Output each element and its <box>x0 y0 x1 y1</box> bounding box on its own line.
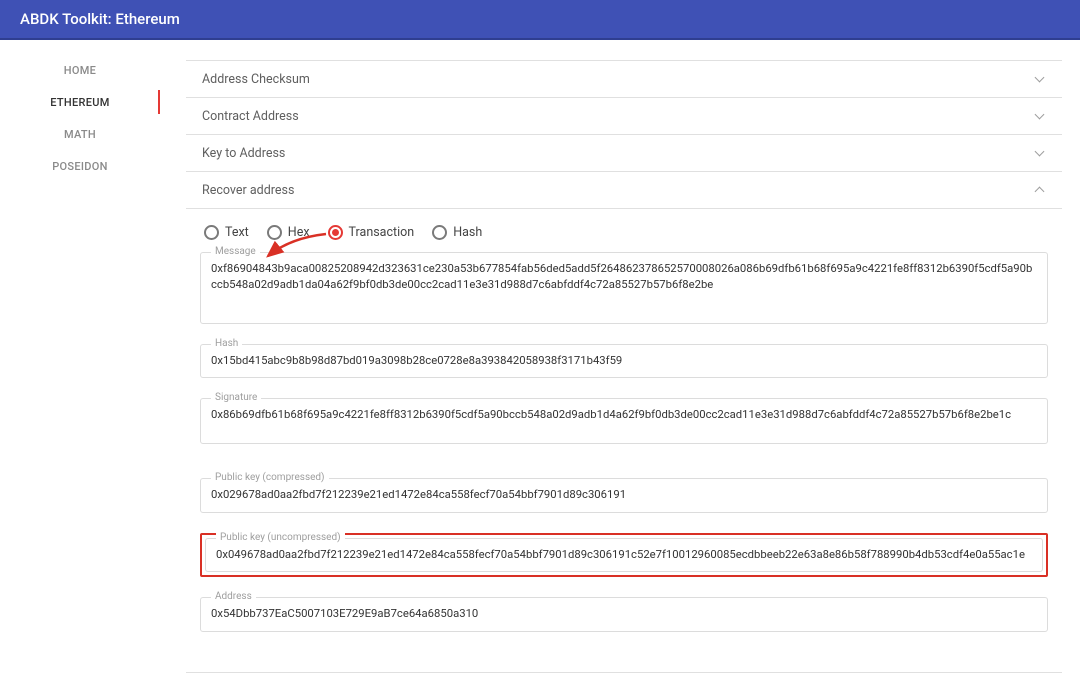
radio-circle-icon <box>267 225 282 240</box>
radio-hash[interactable]: Hash <box>432 225 482 240</box>
chevron-down-icon <box>1034 110 1046 122</box>
chevron-down-icon <box>1034 73 1046 85</box>
chevron-down-icon <box>1034 147 1046 159</box>
accordion-recover-address: Recover address Text Hex Transaction <box>186 171 1062 673</box>
radio-circle-icon <box>204 225 219 240</box>
accordion-header-address-checksum[interactable]: Address Checksum <box>186 61 1062 97</box>
annotation-highlight-box: Public key (uncompressed) 0x049678ad0aa2… <box>200 533 1048 577</box>
message-value: 0xf86904843b9aca00825208942d323631ce230a… <box>211 261 1037 315</box>
sidebar-item-ethereum[interactable]: ETHEREUM <box>0 86 160 118</box>
hash-label: Hash <box>211 338 242 349</box>
accordion-address-checksum: Address Checksum <box>186 60 1062 97</box>
hash-field[interactable]: Hash 0x15bd415abc9b8b98d87bd019a3098b28c… <box>200 344 1048 378</box>
accordion-header-recover-address[interactable]: Recover address <box>186 172 1062 208</box>
chevron-up-icon <box>1034 184 1046 196</box>
accordion-contract-address: Contract Address <box>186 97 1062 134</box>
radio-circle-icon <box>328 225 343 240</box>
address-value: 0x54Dbb737EaC5007103E729E9aB7ce64a6850a3… <box>211 606 1037 622</box>
address-label: Address <box>211 591 256 602</box>
accordion-header-key-to-address[interactable]: Key to Address <box>186 135 1062 171</box>
signature-label: Signature <box>211 392 261 403</box>
accordion-header-contract-address[interactable]: Contract Address <box>186 98 1062 134</box>
app-header: ABDK Toolkit: Ethereum <box>0 0 1080 40</box>
pubkey-compressed-label: Public key (compressed) <box>211 472 329 483</box>
main-container: HOME ETHEREUM MATH POSEIDON Address Chec… <box>0 40 1080 699</box>
radio-transaction[interactable]: Transaction <box>328 225 415 240</box>
pubkey-uncompressed-value: 0x049678ad0aa2fbd7f212239e21ed1472e84ca5… <box>216 547 1032 563</box>
pubkey-compressed-field[interactable]: Public key (compressed) 0x029678ad0aa2fb… <box>200 478 1048 512</box>
app-title: ABDK Toolkit: Ethereum <box>20 10 180 28</box>
hash-value: 0x15bd415abc9b8b98d87bd019a3098b28ce0728… <box>211 353 1037 369</box>
radio-text[interactable]: Text <box>204 225 249 240</box>
pubkey-uncompressed-field[interactable]: Public key (uncompressed) 0x049678ad0aa2… <box>205 538 1043 572</box>
sidebar-item-math[interactable]: MATH <box>0 118 160 150</box>
signature-value: 0x86b69dfb61b68f695a9c4221fe8ff8312b6390… <box>211 407 1037 423</box>
sidebar-item-poseidon[interactable]: POSEIDON <box>0 150 160 182</box>
pubkey-uncompressed-label: Public key (uncompressed) <box>216 532 345 543</box>
sidebar-item-home[interactable]: HOME <box>0 54 160 86</box>
message-field[interactable]: Message 0xf86904843b9aca00825208942d3236… <box>200 252 1048 324</box>
address-field[interactable]: Address 0x54Dbb737EaC5007103E729E9aB7ce6… <box>200 597 1048 631</box>
main-content: Address Checksum Contract Address Key to… <box>160 40 1080 699</box>
radio-circle-icon <box>432 225 447 240</box>
sidebar: HOME ETHEREUM MATH POSEIDON <box>0 40 160 699</box>
signature-field[interactable]: Signature 0x86b69dfb61b68f695a9c4221fe8f… <box>200 398 1048 444</box>
accordion-key-to-address: Key to Address <box>186 134 1062 171</box>
radio-hex[interactable]: Hex <box>267 225 310 240</box>
recover-address-body: Text Hex Transaction Hash <box>186 208 1062 672</box>
pubkey-compressed-value: 0x029678ad0aa2fbd7f212239e21ed1472e84ca5… <box>211 487 1037 503</box>
radio-row: Text Hex Transaction Hash <box>200 217 1048 252</box>
message-label: Message <box>211 246 260 257</box>
